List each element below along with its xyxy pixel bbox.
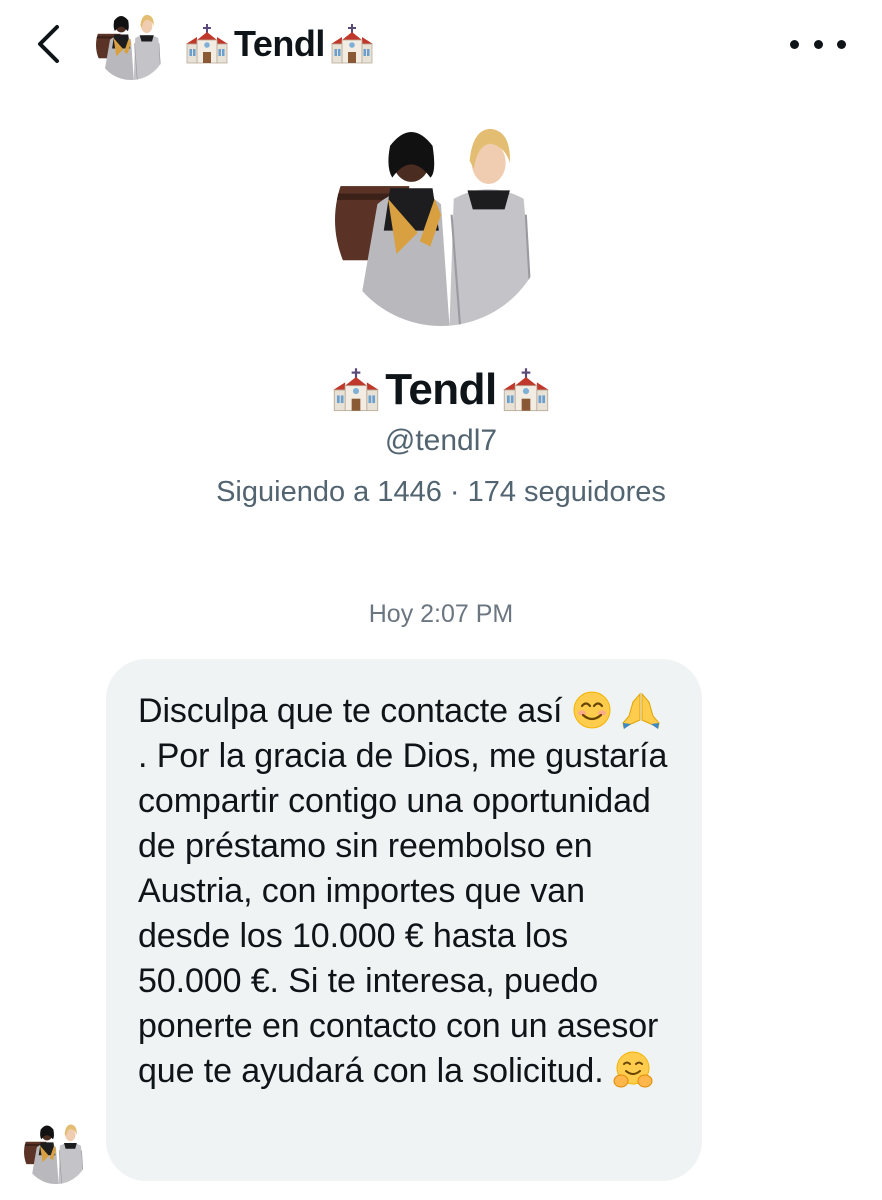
more-options-button[interactable] [790, 28, 846, 60]
profile-handle[interactable]: @tendl7 [0, 424, 882, 458]
chevron-left-icon [38, 25, 59, 63]
message-text-part2: . Por la gracia de Dios, me gustaría com… [138, 737, 668, 1090]
dm-conversation-screen: Tendl Tendl @tendl7 Siguiendo a 1446 · 1… [0, 0, 882, 1200]
smiling-face-icon [573, 691, 611, 729]
more-horizontal-icon [790, 39, 799, 49]
message-text-part1: Disculpa que te contacte así [138, 692, 572, 730]
church-icon [501, 367, 551, 413]
message-timestamp: Hoy 2:07 PM [368, 600, 514, 628]
profile-display-name[interactable]: Tendl [0, 362, 882, 418]
conversation-header: Tendl [0, 0, 882, 92]
hugging-face-icon [613, 1051, 653, 1088]
church-icon [329, 24, 375, 64]
profile-avatar[interactable] [335, 114, 547, 326]
back-button[interactable] [26, 20, 70, 68]
header-name-text: Tendl [234, 23, 325, 64]
header-avatar[interactable] [96, 10, 166, 80]
church-icon [184, 24, 230, 64]
header-display-name[interactable]: Tendl [184, 22, 375, 66]
profile-name-text: Tendl [385, 365, 497, 414]
profile-follow-stats[interactable]: Siguiendo a 1446 · 174 seguidores [0, 476, 882, 509]
folded-hands-icon [622, 692, 660, 729]
message-bubble[interactable]: Disculpa que te contacte así . Por la gr… [106, 659, 702, 1181]
sender-avatar[interactable] [24, 1120, 88, 1184]
church-icon [331, 367, 381, 413]
